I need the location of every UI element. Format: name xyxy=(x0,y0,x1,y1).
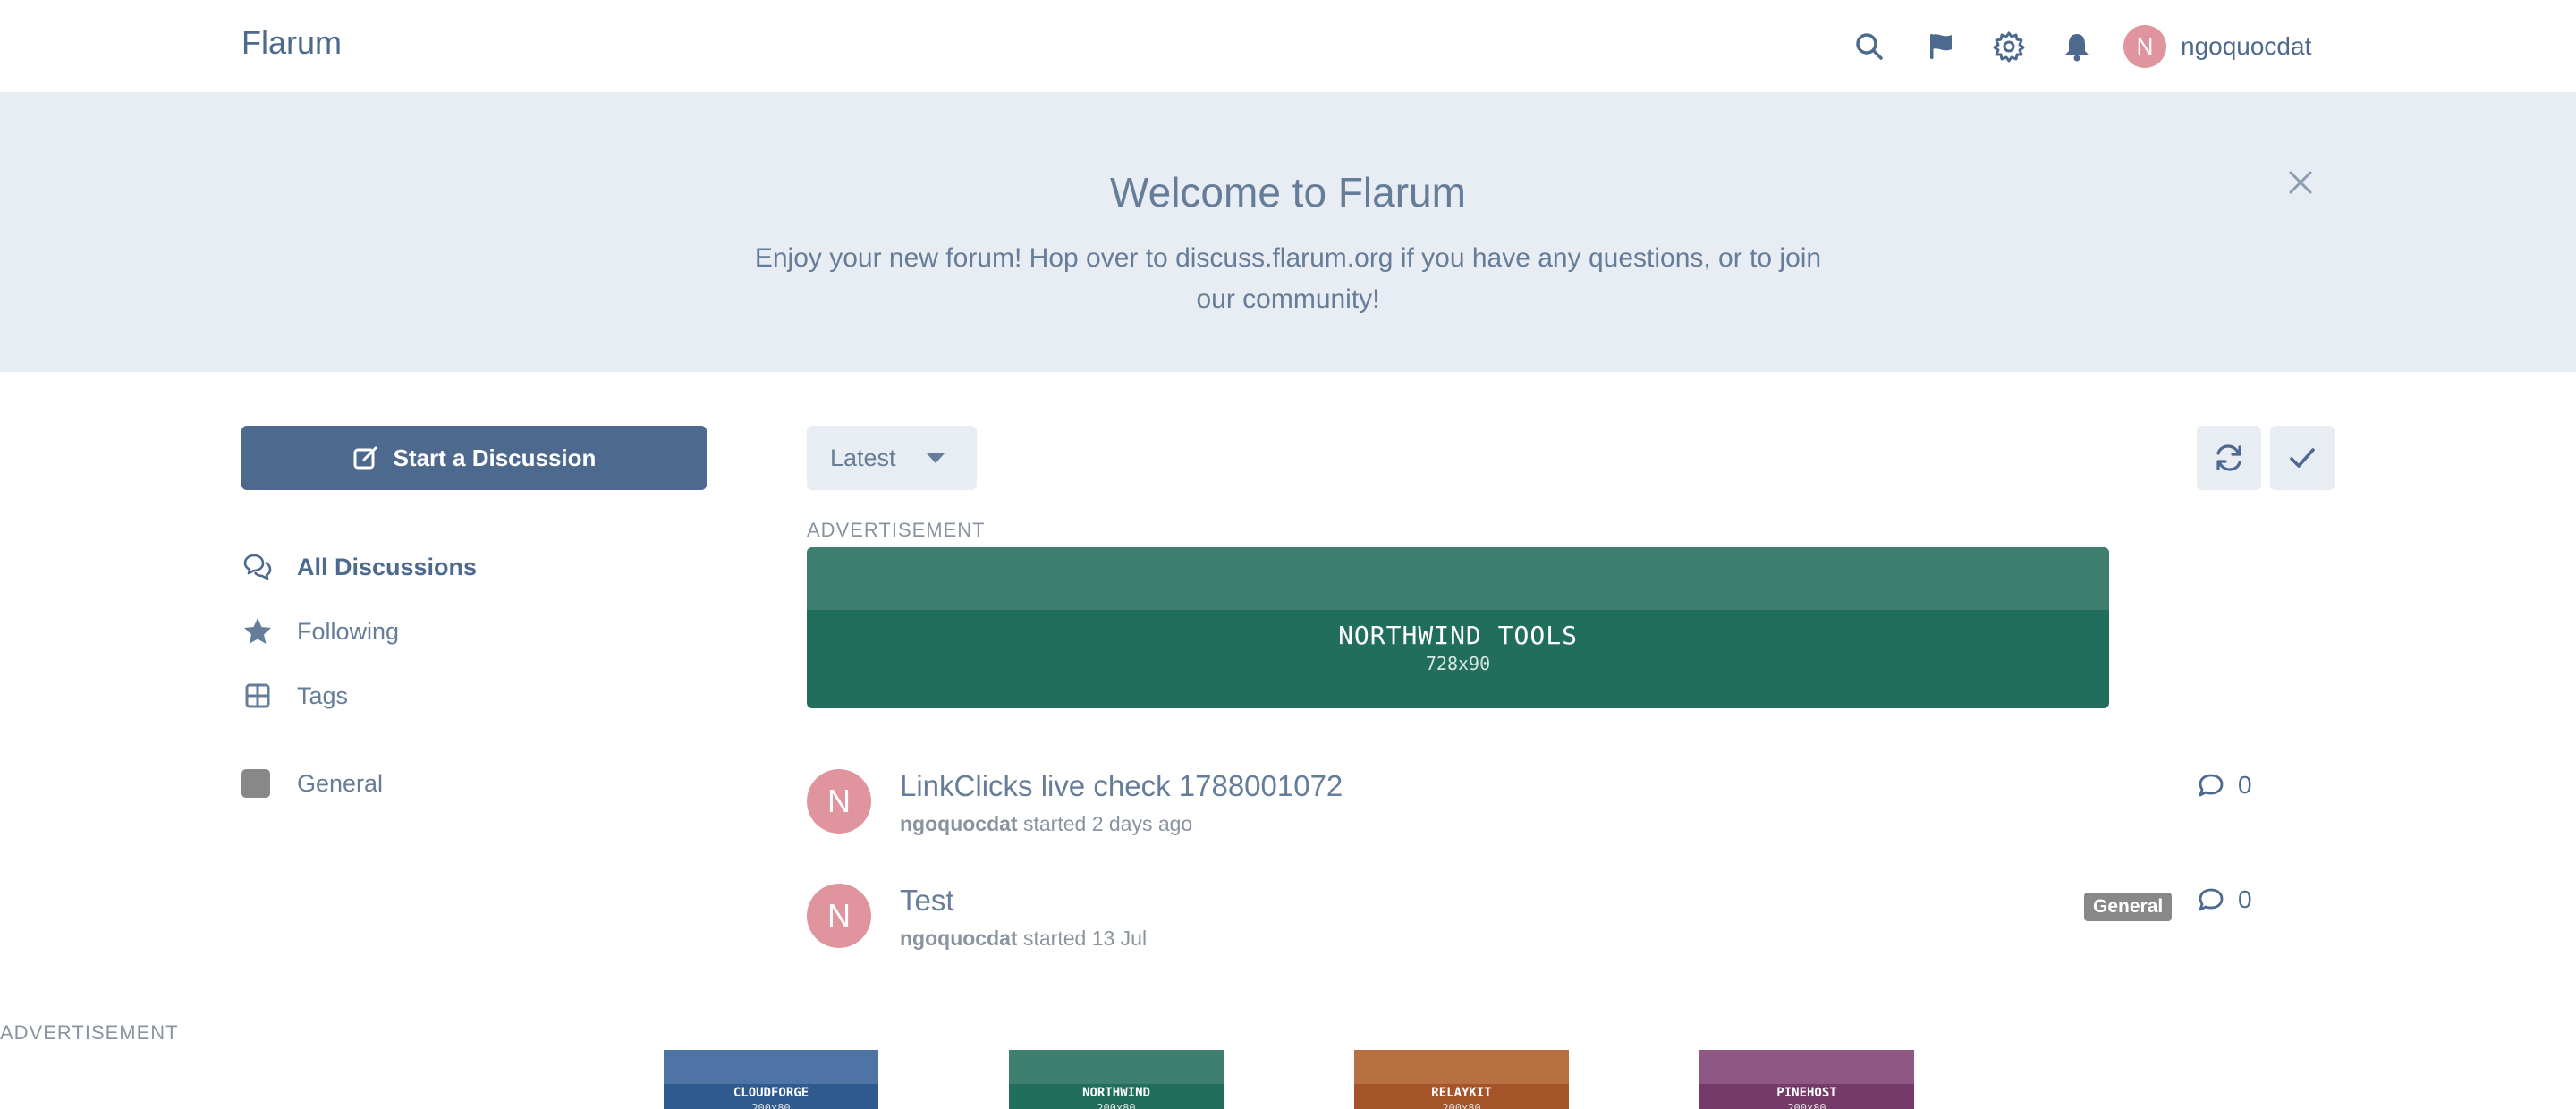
reply-count: 0 xyxy=(2197,885,2252,914)
ad-label: ADVERTISEMENT xyxy=(807,519,986,541)
ad-name: NORTHWIND xyxy=(1082,1086,1150,1100)
ad-name: NORTHWIND TOOLS xyxy=(1338,621,1578,650)
sidebar-tag-general[interactable]: General xyxy=(242,751,383,816)
mark-all-read-button[interactable] xyxy=(2270,426,2334,490)
bottom-ad-label: ADVERTISEMENT xyxy=(0,1021,179,1044)
tag-color-swatch xyxy=(242,769,270,798)
sidebar-item-tags[interactable]: Tags xyxy=(242,664,707,728)
ad-size: 200x80 xyxy=(1097,1102,1136,1109)
discussion-meta: ngoquocdat started 2 days ago xyxy=(900,812,1192,836)
gear-icon[interactable] xyxy=(1989,27,2029,66)
start-discussion-label: Start a Discussion xyxy=(393,444,597,471)
ad-top-band xyxy=(1354,1050,1569,1084)
sort-label: Latest xyxy=(830,444,896,471)
sidebar-item-following[interactable]: Following xyxy=(242,599,707,664)
sidebar-item-label: Following xyxy=(297,617,400,645)
welcome-hero: Welcome to Flarum Enjoy your new forum! … xyxy=(0,93,2576,372)
username: ngoquocdat xyxy=(2181,32,2312,60)
ad-size: 200x80 xyxy=(751,1102,791,1109)
start-discussion-button[interactable]: Start a Discussion xyxy=(242,426,707,490)
ad-size: 200x80 xyxy=(1787,1102,1826,1109)
sidebar-item-label: All Discussions xyxy=(297,553,478,580)
ad-top-band xyxy=(664,1050,878,1084)
bottom-ad-cloudforge[interactable]: CLOUDFORGE 200x80 xyxy=(664,1050,878,1109)
discussion-item[interactable]: N LinkClicks live check 1788001072 ngoqu… xyxy=(807,769,2283,855)
ad-name: CLOUDFORGE xyxy=(733,1086,809,1100)
bottom-ad-relaykit[interactable]: RELAYKIT 200x80 xyxy=(1354,1050,1569,1109)
sidebar-item-label: Tags xyxy=(297,681,349,709)
comments-icon xyxy=(242,551,274,583)
tag-badge[interactable]: General xyxy=(2084,893,2173,921)
reply-count-value: 0 xyxy=(2238,771,2252,799)
close-icon[interactable] xyxy=(2279,161,2322,204)
bottom-ad-northwind[interactable]: NORTHWIND 200x80 xyxy=(1009,1050,1224,1109)
ad-banner-top xyxy=(807,547,2109,610)
flag-icon[interactable] xyxy=(1921,27,1961,66)
star-icon xyxy=(242,615,274,648)
ad-banner[interactable]: NORTHWIND TOOLS 728x90 xyxy=(807,547,2109,708)
reply-count-value: 0 xyxy=(2238,885,2252,913)
comment-icon xyxy=(2199,888,2224,911)
discussion-item[interactable]: N Test ngoquocdat started 13 Jul General… xyxy=(807,884,2283,969)
tags-grid-icon xyxy=(242,680,274,712)
caret-down-icon xyxy=(926,453,945,463)
ad-top-band xyxy=(1009,1050,1224,1084)
brand-logo[interactable]: Flarum xyxy=(242,24,342,62)
discussion-started: started 13 Jul xyxy=(1022,927,1148,950)
ad-size: 728x90 xyxy=(1425,653,1491,674)
hero-title: Welcome to Flarum xyxy=(1110,169,1466,216)
search-icon[interactable] xyxy=(1850,27,1889,66)
sort-dropdown[interactable]: Latest xyxy=(807,426,977,490)
hero-text: Enjoy your new forum! Hop over to discus… xyxy=(754,243,1822,314)
sidebar-nav: All Discussions Following Tags xyxy=(242,535,707,728)
ad-top-band xyxy=(1699,1050,1914,1084)
ad-name: RELAYKIT xyxy=(1431,1086,1492,1100)
discussion-title[interactable]: Test xyxy=(900,884,954,918)
ad-name: PINEHOST xyxy=(1776,1086,1837,1100)
check-icon xyxy=(2290,448,2315,468)
bottom-ad-pinehost[interactable]: PINEHOST 200x80 xyxy=(1699,1050,1914,1109)
refresh-icon xyxy=(2216,444,2241,471)
avatar[interactable]: N xyxy=(807,884,871,948)
user-menu[interactable]: N ngoquocdat xyxy=(2123,23,2311,70)
discussion-author: ngoquocdat xyxy=(900,812,1018,835)
avatar: N xyxy=(2123,25,2166,68)
edit-icon xyxy=(353,446,377,470)
tag-label: General xyxy=(297,769,384,797)
comment-icon xyxy=(2199,774,2224,797)
discussion-meta: ngoquocdat started 13 Jul xyxy=(900,927,1147,951)
discussion-title[interactable]: LinkClicks live check 1788001072 xyxy=(900,769,1343,803)
refresh-button[interactable] xyxy=(2197,426,2261,490)
avatar[interactable]: N xyxy=(807,769,871,834)
discussion-started: started 2 days ago xyxy=(1022,812,1193,835)
sidebar-item-all-discussions[interactable]: All Discussions xyxy=(242,535,707,599)
app-header: Flarum N ngoquocdat xyxy=(0,0,2576,93)
bell-icon[interactable] xyxy=(2057,27,2097,66)
ad-size: 200x80 xyxy=(1442,1102,1481,1109)
reply-count: 0 xyxy=(2197,771,2252,800)
discussion-author: ngoquocdat xyxy=(900,927,1018,950)
